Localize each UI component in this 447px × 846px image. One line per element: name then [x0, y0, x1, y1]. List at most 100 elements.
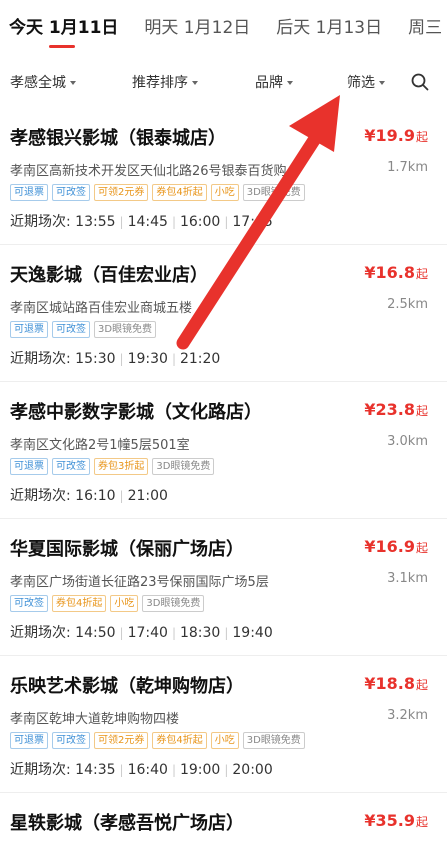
- cinema-price: ¥19.9起: [364, 126, 428, 145]
- price-value: ¥23.8: [364, 400, 415, 419]
- caret-down-icon: [287, 81, 293, 85]
- showtime[interactable]: 16:00: [180, 214, 220, 230]
- brand-filter-label: 品牌: [255, 75, 283, 91]
- showtime[interactable]: 17:40: [128, 625, 168, 641]
- price-value: ¥16.8: [364, 263, 415, 282]
- cinema-address: 孝南区广场街道长征路23号保丽国际广场5层: [10, 575, 269, 590]
- showtimes: 近期场次: 14:50 | 17:40 | 18:30 | 19:40: [10, 622, 430, 642]
- showtimes-label: 近期场次:: [10, 351, 71, 367]
- price-suffix: 起: [415, 130, 428, 144]
- showtime[interactable]: 14:35: [75, 762, 115, 778]
- feature-tag: 可领2元券: [94, 184, 149, 201]
- cinema-card[interactable]: 星轶影城（孝感吾悦广场店） ¥35.9起: [0, 793, 447, 846]
- search-icon[interactable]: [411, 73, 429, 91]
- price-value: ¥18.8: [364, 674, 415, 693]
- feature-tag: 可退票: [10, 321, 48, 338]
- price-value: ¥19.9: [364, 126, 415, 145]
- cinema-tags: 可退票 可改签 3D眼镜免费: [10, 321, 160, 338]
- cinema-price: ¥23.8起: [364, 400, 428, 419]
- cinema-name: 乐映艺术影城（乾坤购物店）: [10, 676, 244, 697]
- showtime[interactable]: 17:05: [232, 214, 272, 230]
- cinema-name: 孝感中影数字影城（文化路店）: [10, 402, 262, 423]
- separator: |: [119, 489, 124, 503]
- cinema-distance: 2.5km: [387, 297, 428, 312]
- cinema-distance: 3.1km: [387, 571, 428, 586]
- feature-tag: 小吃: [210, 184, 239, 201]
- cinema-card[interactable]: 孝感银兴影城（银泰城店） ¥19.9起 孝南区高新技术开发区天仙北路26号银泰百货购…: [0, 108, 447, 245]
- separator: |: [119, 215, 124, 229]
- date-tab[interactable]: 后天 1月13日: [276, 0, 382, 56]
- date-tab[interactable]: 今天 1月11日: [9, 0, 118, 56]
- cinema-tags: 可退票 可改签 可领2元券 券包4折起 小吃 3D眼镜免费: [10, 184, 309, 201]
- feature-tag: 可领2元券: [94, 732, 149, 749]
- sort-filter[interactable]: 推荐排序: [132, 56, 198, 108]
- cinema-distance: 1.7km: [387, 160, 428, 175]
- price-suffix: 起: [415, 678, 428, 692]
- showtime[interactable]: 16:40: [128, 762, 168, 778]
- area-filter-label: 孝感全城: [10, 75, 66, 91]
- filter-button[interactable]: 筛选: [347, 56, 385, 108]
- cinema-address: 孝南区文化路2号1幢5层501室: [10, 438, 190, 453]
- showtime[interactable]: 14:45: [128, 214, 168, 230]
- price-value: ¥16.9: [364, 537, 415, 556]
- showtimes-label: 近期场次:: [10, 762, 71, 778]
- feature-tag: 可改签: [10, 595, 48, 612]
- showtimes: 近期场次: 15:30 | 19:30 | 21:20: [10, 348, 430, 368]
- showtime[interactable]: 19:40: [232, 625, 272, 641]
- separator: |: [171, 626, 176, 640]
- price-suffix: 起: [415, 267, 428, 281]
- showtime[interactable]: 15:30: [75, 351, 115, 367]
- cinema-card[interactable]: 孝感中影数字影城（文化路店） ¥23.8起孝南区文化路2号1幢5层501室 3.0k…: [0, 382, 447, 519]
- cinema-card[interactable]: 乐映艺术影城（乾坤购物店） ¥18.8起 孝南区乾坤大道乾坤购物四楼 3.2km 可退票…: [0, 656, 447, 793]
- cinema-address: 孝南区乾坤大道乾坤购物四楼: [10, 712, 180, 727]
- showtime[interactable]: 16:10: [75, 488, 115, 504]
- sort-filter-label: 推荐排序: [132, 75, 188, 91]
- brand-filter[interactable]: 品牌: [255, 56, 293, 108]
- showtimes-label: 近期场次:: [10, 625, 71, 641]
- cinema-name: 天逸影城（百佳宏业店）: [10, 265, 208, 286]
- cinema-address: 孝南区城站路百佳宏业商城五楼: [10, 301, 193, 316]
- showtime[interactable]: 21:00: [128, 488, 168, 504]
- feature-tag: 可退票: [10, 184, 48, 201]
- separator: |: [224, 626, 229, 640]
- showtime[interactable]: 19:30: [128, 351, 168, 367]
- cinema-list: 孝感银兴影城（银泰城店） ¥19.9起 孝南区高新技术开发区天仙北路26号银泰百货购…: [0, 108, 447, 846]
- showtime[interactable]: 13:55: [75, 214, 115, 230]
- feature-tag: 券包3折起: [94, 458, 149, 475]
- filter-bar: 孝感全城 推荐排序 品牌 筛选: [0, 56, 447, 108]
- showtimes: 近期场次: 16:10 | 21:00: [10, 485, 430, 505]
- cinema-card[interactable]: 华夏国际影城（保丽广场店） ¥16.9起 孝南区广场街道长征路23号保丽国际广场5层…: [0, 519, 447, 656]
- separator: |: [119, 763, 124, 777]
- showtime[interactable]: 18:30: [180, 625, 220, 641]
- feature-tag: 券包4折起: [152, 732, 207, 749]
- separator: |: [171, 215, 176, 229]
- caret-down-icon: [379, 81, 385, 85]
- feature-tag: 3D眼镜免费: [152, 458, 215, 475]
- cinema-card[interactable]: 天逸影城（百佳宏业店） ¥16.8起孝南区城站路百佳宏业商城五楼 2.5km 可退票可…: [0, 245, 447, 382]
- showtimes: 近期场次: 14:35 | 16:40 | 19:00 | 20:00: [10, 759, 430, 779]
- date-tab[interactable]: 明天 1月12日: [144, 0, 250, 56]
- showtime[interactable]: 19:00: [180, 762, 220, 778]
- date-tab[interactable]: 周三 1: [408, 0, 447, 56]
- cinema-name: 星轶影城（孝感吾悦广场店）: [10, 813, 244, 834]
- separator: |: [171, 763, 176, 777]
- cinema-price: ¥16.8起: [364, 263, 428, 282]
- feature-tag: 可退票: [10, 732, 48, 749]
- cinema-distance: 3.0km: [387, 434, 428, 449]
- filter-button-label: 筛选: [347, 75, 375, 91]
- showtimes-label: 近期场次:: [10, 214, 71, 230]
- showtime[interactable]: 20:00: [232, 762, 272, 778]
- cinema-name: 华夏国际影城（保丽广场店）: [10, 539, 244, 560]
- cinema-name: 孝感银兴影城（银泰城店）: [10, 128, 226, 149]
- feature-tag: 小吃: [110, 595, 139, 612]
- feature-tag: 可改签: [52, 184, 90, 201]
- showtime[interactable]: 14:50: [75, 625, 115, 641]
- cinema-price: ¥35.9起: [364, 811, 428, 830]
- cinema-tags: 可退票 可改签 券包3折起 3D眼镜免费: [10, 458, 218, 475]
- area-filter[interactable]: 孝感全城: [10, 56, 76, 108]
- showtime[interactable]: 21:20: [180, 351, 220, 367]
- separator: |: [119, 352, 124, 366]
- cinema-price: ¥18.8起: [364, 674, 428, 693]
- separator: |: [224, 763, 229, 777]
- cinema-tags: 可退票 可改签 可领2元券 券包4折起 小吃 3D眼镜免费: [10, 732, 309, 749]
